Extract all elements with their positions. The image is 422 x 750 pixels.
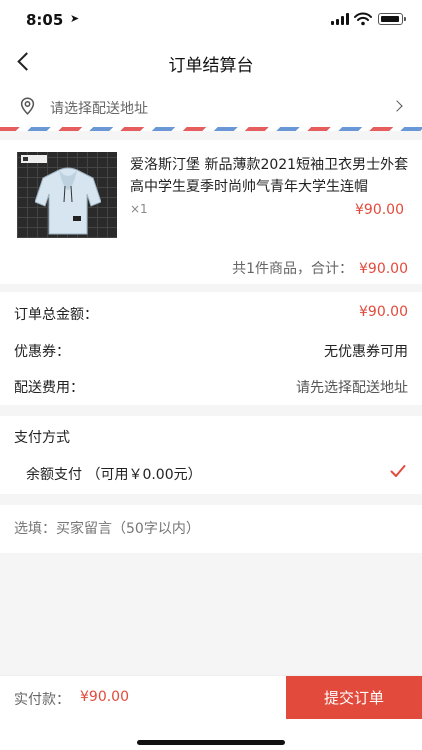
product-quantity: ×1 xyxy=(130,202,148,216)
summary-text: 共1件商品，合计： xyxy=(232,261,353,277)
location-arrow-icon: ➤ xyxy=(70,12,80,25)
actual-payment-amount: ¥90.00 xyxy=(80,689,129,705)
home-indicator-area xyxy=(0,719,422,750)
summary-price: ¥90.00 xyxy=(359,261,408,277)
payment-method-panel: 支付方式 余额支付 （可用￥0.00元） xyxy=(0,416,422,494)
nav-bar: 订单结算台 xyxy=(0,40,422,84)
goods-card: 爱洛斯汀堡 新品薄款2021短袖卫衣男士外套高中学生夏季时尚帅气青年大学生连帽 … xyxy=(0,140,422,284)
home-indicator[interactable] xyxy=(137,740,285,745)
shipping-fee-value: 请先选择配送地址 xyxy=(296,380,408,396)
balance-payment-label: 余额支付 （可用￥0.00元） xyxy=(26,467,202,483)
submit-order-button[interactable]: 提交订单 xyxy=(286,676,422,720)
buyer-message-input[interactable] xyxy=(14,516,408,542)
coupon-label: 优惠券： xyxy=(14,344,70,360)
order-total-value: ¥90.00 xyxy=(359,304,408,320)
product-price: ¥90.00 xyxy=(355,202,404,218)
checkmark-icon xyxy=(390,465,406,477)
order-total-row: 订单总金额： ¥90.00 xyxy=(0,302,422,326)
fee-panel: 订单总金额： ¥90.00 优惠券： 无优惠券可用 配送费用： 请先选择配送地址 xyxy=(0,292,422,405)
coupon-row[interactable]: 优惠券： 无优惠券可用 xyxy=(0,339,422,363)
payment-method-title: 支付方式 xyxy=(14,430,70,446)
coupon-value: 无优惠券可用 xyxy=(324,344,408,360)
shipping-fee-label: 配送费用： xyxy=(14,380,84,396)
airmail-stripe-divider xyxy=(0,127,422,131)
hoodie-shirt-icon xyxy=(35,167,101,235)
buyer-message-panel xyxy=(0,505,422,553)
chevron-right-icon xyxy=(391,100,403,112)
brand-tag xyxy=(21,155,47,163)
battery-icon xyxy=(378,13,406,25)
location-pin-icon xyxy=(20,97,35,115)
shipping-fee-row: 配送费用： 请先选择配送地址 xyxy=(0,375,422,399)
balance-payment-option[interactable]: 余额支付 （可用￥0.00元） xyxy=(0,456,422,490)
actual-payment-label: 实付款： xyxy=(14,692,70,708)
checkout-bar: 实付款： ¥90.00 提交订单 xyxy=(0,675,422,720)
product-title[interactable]: 爱洛斯汀堡 新品薄款2021短袖卫衣男士外套高中学生夏季时尚帅气青年大学生连帽 xyxy=(130,154,410,198)
product-image[interactable] xyxy=(17,152,117,238)
order-total-label: 订单总金额： xyxy=(14,307,98,323)
address-placeholder: 请选择配送地址 xyxy=(50,101,148,117)
signal-icon xyxy=(331,13,349,25)
status-time: 8:05 xyxy=(26,11,64,29)
page-title: 订单结算台 xyxy=(168,56,254,76)
address-selector[interactable]: 请选择配送地址 xyxy=(0,84,422,130)
goods-summary: 共1件商品，合计： ¥90.00 xyxy=(232,258,408,278)
wifi-icon xyxy=(354,12,372,26)
status-bar: 8:05 ➤ xyxy=(0,0,422,40)
